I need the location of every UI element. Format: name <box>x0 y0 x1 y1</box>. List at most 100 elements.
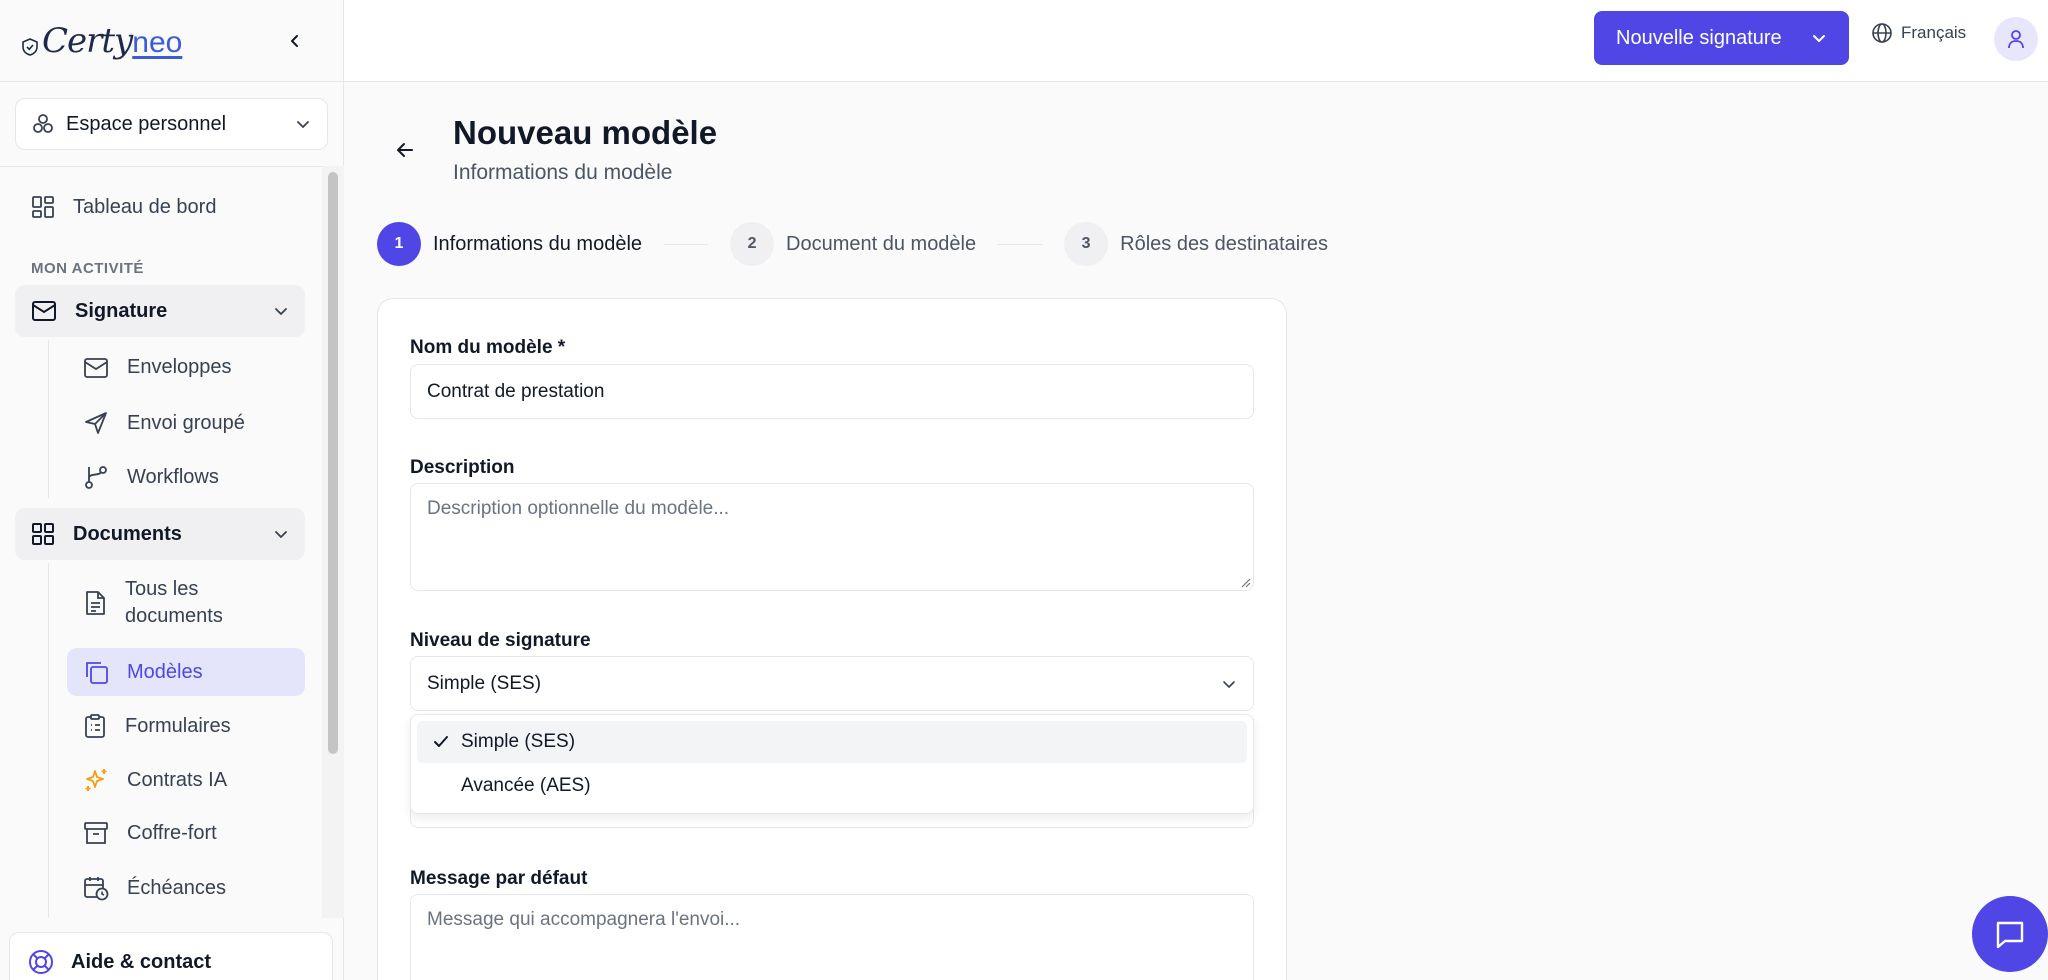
sidebar-item-deadlines[interactable]: Échéances <box>83 875 226 901</box>
help-contact-button[interactable]: Aide & contact <box>9 932 333 980</box>
signature-level-select[interactable]: Simple (SES) <box>410 656 1254 711</box>
sidebar-item-forms[interactable]: Formulaires <box>83 713 231 739</box>
workspace-icon <box>33 114 53 133</box>
template-name-label: Nom du modèle * <box>410 337 566 358</box>
sidebar-item-label: Workflows <box>127 465 219 488</box>
sidebar-item-label: Échéances <box>127 876 226 899</box>
sidebar-item-label: Tableau de bord <box>73 195 217 218</box>
option-simple-ses[interactable]: Simple (SES) <box>417 721 1247 763</box>
new-signature-button[interactable]: Nouvelle signature <box>1594 11 1849 65</box>
page-subtitle: Informations du modèle <box>453 161 673 184</box>
arrow-left-icon <box>397 143 413 157</box>
description-label: Description <box>410 457 515 478</box>
chat-button[interactable] <box>1972 896 2048 972</box>
sidebar-item-templates[interactable]: Modèles <box>83 659 203 685</box>
sidebar-item-label: Formulaires <box>125 714 231 737</box>
user-avatar[interactable] <box>1994 17 2038 61</box>
sidebar-group-signature[interactable]: Signature <box>15 285 305 337</box>
template-name-input[interactable]: Contrat de prestation <box>410 364 1254 419</box>
sidebar-item-ai-contracts[interactable]: Contrats IA <box>83 767 227 793</box>
option-label: Simple (SES) <box>461 731 576 752</box>
option-advanced-aes[interactable]: Avancée (AES) <box>417 765 1247 807</box>
life-buoy-icon <box>29 950 53 974</box>
default-message-label: Message par défaut <box>410 868 588 889</box>
sidebar-item-bulk-send[interactable]: Envoi groupé <box>83 410 245 436</box>
message-square-icon <box>1996 921 2024 949</box>
sparkles-icon <box>85 769 107 791</box>
shield-icon <box>22 37 38 56</box>
description-placeholder: Description optionnelle du modèle... <box>427 498 730 519</box>
git-branch-icon <box>85 466 107 489</box>
template-name-value: Contrat de prestation <box>427 380 605 402</box>
logo[interactable]: Certyneo <box>22 24 182 58</box>
sidebar-group-label: Documents <box>73 522 182 545</box>
logo-main: Certy <box>42 20 133 61</box>
sidebar: Certyneo Espace personnel Tableau de bor… <box>0 0 344 980</box>
sidebar-item-label: Contrats IA <box>127 768 228 791</box>
signature-level-value: Simple (SES) <box>427 672 542 694</box>
step-2[interactable]: 2 Document du modèle <box>730 222 976 266</box>
chevron-down-icon <box>1813 35 1825 42</box>
send-icon <box>85 412 107 434</box>
step-number: 3 <box>1064 222 1109 266</box>
sidebar-item-dashboard[interactable]: Tableau de bord <box>31 195 216 219</box>
section-label-activity: MON ACTIVITÉ <box>31 260 144 277</box>
calendar-clock-icon <box>84 877 109 901</box>
chevron-down-icon <box>297 121 309 128</box>
step-label: Document du modèle <box>786 232 977 255</box>
chevron-down-icon <box>275 531 287 538</box>
mail-icon <box>32 301 56 321</box>
option-label: Avancée (AES) <box>461 775 591 796</box>
sidebar-subtree-line <box>48 340 49 498</box>
help-label: Aide & contact <box>71 950 212 973</box>
sidebar-item-label: Enveloppes <box>127 356 232 378</box>
new-signature-label: Nouvelle signature <box>1616 26 1782 49</box>
language-selector[interactable]: Français <box>1871 22 1966 44</box>
sidebar-item-all-documents[interactable]: Tous les documents <box>83 576 245 630</box>
sidebar-item-workflows[interactable]: Workflows <box>83 464 219 490</box>
sidebar-item-label: Modèles <box>127 660 203 683</box>
sidebar-item-vault[interactable]: Coffre-fort <box>83 821 217 845</box>
stepper: 1 Informations du modèle 2 Document du m… <box>377 222 1328 266</box>
resize-handle-icon[interactable] <box>1239 576 1251 588</box>
step-label: Informations du modèle <box>433 232 643 255</box>
sidebar-group-label: Signature <box>75 299 168 322</box>
sidebar-item-label: Coffre-fort <box>127 821 217 844</box>
mail-icon <box>84 357 108 378</box>
step-separator <box>664 243 709 245</box>
collapse-sidebar-button[interactable] <box>283 29 307 53</box>
step-separator <box>998 243 1043 245</box>
chevron-down-icon <box>275 308 287 315</box>
chevron-down-icon <box>1223 680 1235 688</box>
dashboard-icon <box>32 196 54 218</box>
globe-icon <box>1872 23 1892 43</box>
sidebar-item-envelopes[interactable]: Enveloppes <box>83 356 232 379</box>
back-button[interactable] <box>393 138 417 162</box>
workspace-label: Espace personnel <box>66 112 227 135</box>
sidebar-item-label: Tous les documents <box>125 578 223 627</box>
logo-suffix: neo <box>132 25 183 59</box>
logo-row: Certyneo <box>0 0 343 82</box>
default-message-textarea[interactable]: Message qui accompagnera l'envoi... <box>410 894 1254 980</box>
file-text-icon <box>86 591 105 615</box>
grid-icon <box>32 523 54 545</box>
step-3[interactable]: 3 Rôles des destinataires <box>1064 222 1328 266</box>
chevron-left-icon <box>291 34 298 47</box>
clipboard-list-icon <box>85 714 105 738</box>
signature-level-dropdown: Simple (SES) Avancée (AES) <box>410 714 1254 814</box>
signature-level-label: Niveau de signature <box>410 630 591 651</box>
copy-icon <box>86 662 108 684</box>
workspace-select[interactable]: Espace personnel <box>15 98 328 150</box>
archive-icon <box>84 822 108 844</box>
sidebar-scrollbar[interactable] <box>322 166 344 918</box>
sidebar-item-label: Envoi groupé <box>127 411 245 434</box>
user-icon <box>2008 30 2024 49</box>
description-textarea[interactable]: Description optionnelle du modèle... <box>410 483 1254 591</box>
sidebar-group-documents[interactable]: Documents <box>15 508 305 560</box>
step-number: 2 <box>730 222 775 266</box>
scrollbar-thumb[interactable] <box>328 172 338 754</box>
step-1[interactable]: 1 Informations du modèle <box>377 222 642 266</box>
language-label: Français <box>1901 23 1967 42</box>
sidebar-subtree-line <box>48 563 49 918</box>
step-number: 1 <box>377 222 421 266</box>
